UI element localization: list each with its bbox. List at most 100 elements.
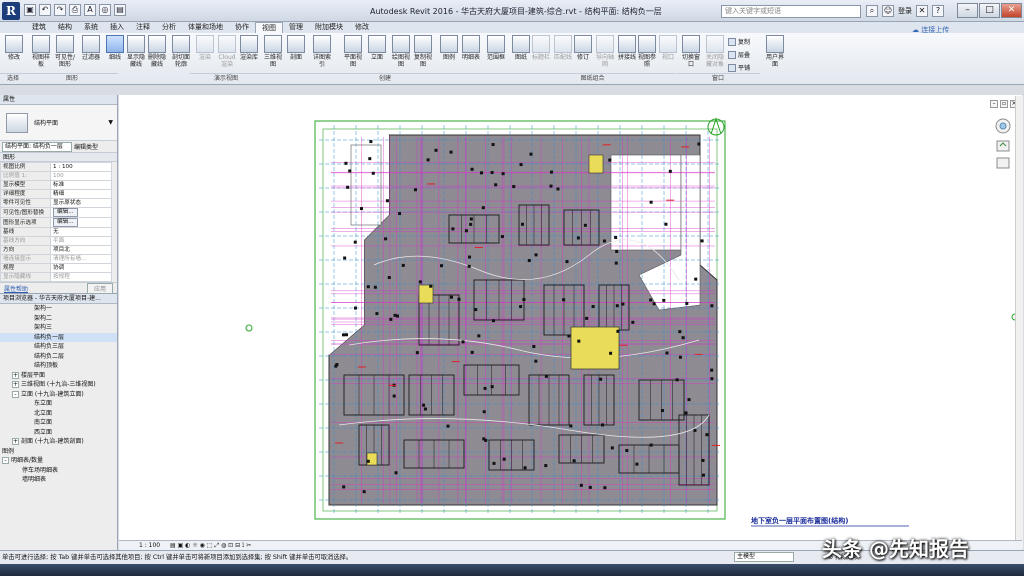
open-icon[interactable]: ▣ — [24, 4, 36, 16]
property-value[interactable]: 按规程 — [50, 272, 112, 282]
3d-icon[interactable]: ◎ — [99, 4, 111, 16]
collapse-icon[interactable]: - — [2, 457, 9, 464]
browser-item[interactable]: 墙明细表 — [0, 475, 117, 485]
show-hidden-button[interactable]: 显示隐藏线 — [125, 35, 147, 68]
graphics-section-header[interactable]: 图形 — [0, 153, 117, 162]
instance-filter-select[interactable]: 结构平面: 结构负一层 — [2, 141, 72, 152]
3d-view-button[interactable]: 三维视图 — [262, 35, 284, 68]
edit-type-button[interactable]: 编辑类型 — [74, 142, 98, 151]
guide-grid-button[interactable]: 导向轴网 — [594, 35, 616, 68]
browser-item[interactable]: - 明细表/数量 — [0, 456, 117, 466]
tab-4[interactable]: 注释 — [130, 22, 156, 33]
tab-7[interactable]: 协作 — [229, 22, 255, 33]
browser-item[interactable]: 停车场明细表 — [0, 466, 117, 476]
view-reference-button[interactable]: 视图参照 — [636, 35, 658, 68]
property-value[interactable]: 协调 — [50, 263, 112, 273]
browser-item[interactable]: 西立面 — [0, 428, 117, 438]
tab-2[interactable]: 系统 — [78, 22, 104, 33]
property-value[interactable]: 项目北 — [50, 245, 112, 255]
browser-item[interactable]: 北立面 — [0, 409, 117, 419]
cloud-render-button[interactable]: Cloud 渲染 — [216, 35, 238, 68]
minimize-button[interactable]: – — [957, 3, 978, 18]
vertical-scrollbar[interactable] — [1015, 96, 1023, 549]
tab-3[interactable]: 插入 — [104, 22, 130, 33]
expand-icon[interactable]: + — [12, 381, 19, 388]
browser-item[interactable]: - 立面 (十九治-建筑立面) — [0, 390, 117, 400]
splice-button[interactable]: 拼接线 — [616, 35, 638, 61]
tab-6[interactable]: 体量和场地 — [182, 22, 229, 33]
render-gallery-button[interactable]: 渲染库 — [238, 35, 260, 61]
tab-11[interactable]: 修改 — [349, 22, 375, 33]
property-value[interactable]: 清理所有墙... — [50, 254, 112, 264]
window-small-button-2[interactable]: 平铺 — [728, 63, 750, 72]
drawing-canvas[interactable]: 地下室负一层平面布置图(结构) — [119, 95, 1022, 550]
filters-button[interactable]: 过滤器 — [80, 35, 102, 61]
tab-0[interactable]: 建筑 — [26, 22, 52, 33]
callout-button[interactable]: 详图索引 — [311, 35, 333, 68]
view-template-button[interactable]: 视图样板 — [30, 35, 52, 68]
maximize-button[interactable]: □ — [979, 3, 1000, 18]
browser-item[interactable]: 架构一 — [0, 304, 117, 314]
exchange-icon[interactable]: ✕ — [916, 5, 928, 17]
render-button[interactable]: 渲染 — [194, 35, 216, 61]
sheet-button[interactable]: 图纸 — [510, 35, 532, 61]
tab-1[interactable]: 结构 — [52, 22, 78, 33]
property-value[interactable]: 显示原状态 — [50, 198, 112, 208]
tab-9[interactable]: 管理 — [283, 22, 309, 33]
search-input[interactable]: 键入关键字或短语 — [721, 5, 861, 18]
browser-item[interactable]: 架构二 — [0, 314, 117, 324]
tab-10[interactable]: 附加模块 — [309, 22, 349, 33]
duplicate-view-button[interactable]: 复制视图 — [412, 35, 434, 68]
close-button[interactable]: ✕ — [1001, 3, 1022, 18]
edit-button[interactable]: 编辑... — [53, 218, 78, 227]
browser-item[interactable]: + 剖面 (十九治-建筑剖面) — [0, 437, 117, 447]
modify-button[interactable]: 修改 — [3, 35, 25, 61]
switch-windows-button[interactable]: 切换窗口 — [680, 35, 702, 68]
view-minimize-button[interactable]: – — [990, 100, 998, 108]
visibility-button[interactable]: 可见性/图形 — [54, 35, 76, 68]
browser-item[interactable]: 结构顶板 — [0, 361, 117, 371]
viewports-button[interactable]: 视口 — [657, 35, 679, 61]
legends-button[interactable]: 图例 — [438, 35, 460, 61]
property-value[interactable]: 标准 — [50, 180, 112, 190]
cut-profile-button[interactable]: 剖切面轮廓 — [170, 35, 192, 68]
redo-icon[interactable]: ↷ — [54, 4, 66, 16]
revisions-button[interactable]: 修订 — [572, 35, 594, 61]
tab-5[interactable]: 分析 — [156, 22, 182, 33]
help-icon[interactable]: ? — [932, 5, 944, 17]
browser-item[interactable]: 图例 — [0, 447, 117, 457]
section-button[interactable]: 剖面 — [285, 35, 307, 61]
signin-link[interactable]: 登录 — [898, 6, 912, 16]
view-restore-button[interactable]: ▫ — [1000, 100, 1008, 108]
undo-icon[interactable]: ↶ — [39, 4, 51, 16]
property-value[interactable]: 编辑... — [50, 217, 112, 228]
property-value[interactable]: 无 — [50, 227, 112, 237]
property-value[interactable]: 1 : 100 — [50, 162, 112, 172]
active-model-select[interactable]: 主模型 — [734, 552, 794, 562]
user-icon[interactable]: ☺ — [882, 5, 894, 17]
title-block-button[interactable]: 标题栏 — [530, 35, 552, 61]
remove-hidden-button[interactable]: 删除隐藏线 — [146, 35, 168, 68]
view-scale[interactable]: 1 : 100 — [139, 542, 160, 549]
elevation-button[interactable]: 立面 — [366, 35, 388, 61]
thin-lines-button[interactable]: 细线 — [104, 35, 126, 61]
browser-item[interactable]: + 三维视图 (十九治-三维视图) — [0, 380, 117, 390]
edit-button[interactable]: 编辑... — [53, 208, 78, 217]
user-interface-button[interactable]: 用户界面 — [764, 35, 786, 68]
plan-views-button[interactable]: 平面视图 — [342, 35, 364, 68]
browser-item[interactable]: 结构负三层 — [0, 342, 117, 352]
print-icon[interactable]: ⎙ — [69, 4, 81, 16]
revit-logo-icon[interactable]: R — [2, 2, 20, 20]
tab-8[interactable]: 视图 — [255, 22, 283, 33]
expand-icon[interactable]: + — [12, 438, 19, 445]
window-small-button-0[interactable]: 复制 — [728, 37, 750, 46]
scope-box-button[interactable]: 范围框 — [485, 35, 507, 61]
chevron-down-icon[interactable]: ▼ — [108, 119, 113, 126]
drafting-view-button[interactable]: 绘图视图 — [390, 35, 412, 68]
browser-item[interactable]: 结构负一层 — [0, 332, 117, 342]
matchline-button[interactable]: 匹配线 — [552, 35, 574, 61]
search-icon[interactable]: ⌕ — [866, 5, 878, 17]
detail-level-icon[interactable]: ▤ ▣ ◐ ☼ ◉ ⬚ ⤢ ◍ ⊡ ⊟ ⟟ ✂ — [170, 542, 251, 549]
properties-help-link[interactable]: 属性帮助 — [4, 284, 28, 293]
property-value[interactable]: 100 — [50, 171, 112, 181]
